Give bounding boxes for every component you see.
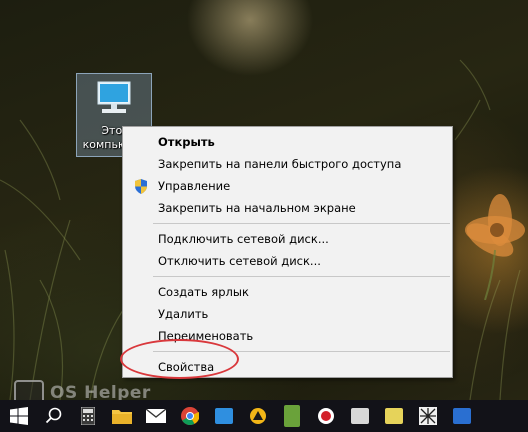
menu-item-label: Управление xyxy=(158,179,231,193)
calculator-icon[interactable] xyxy=(71,400,105,432)
app-icon[interactable] xyxy=(445,400,479,432)
app-store-icon[interactable] xyxy=(207,400,241,432)
aimp-icon[interactable] xyxy=(241,400,275,432)
menu-item-disconnect-network-drive[interactable]: Отключить сетевой диск... xyxy=(123,250,452,272)
uac-shield-icon xyxy=(135,179,147,194)
menu-item-create-shortcut[interactable]: Создать ярлык xyxy=(123,281,452,303)
menu-item-open[interactable]: Открыть xyxy=(123,131,452,153)
menu-item-pin-quick-access[interactable]: Закрепить на панели быстрого доступа xyxy=(123,153,452,175)
search-icon[interactable] xyxy=(37,400,71,432)
file-explorer-icon[interactable] xyxy=(105,400,139,432)
notepad-icon[interactable] xyxy=(377,400,411,432)
mail-icon[interactable] xyxy=(139,400,173,432)
record-icon[interactable] xyxy=(309,400,343,432)
game-icon[interactable] xyxy=(275,400,309,432)
menu-item-delete[interactable]: Удалить xyxy=(123,303,452,325)
chrome-icon[interactable] xyxy=(173,400,207,432)
highlight-ellipse xyxy=(120,339,239,379)
taskbar xyxy=(0,400,528,432)
network-icon[interactable] xyxy=(411,400,445,432)
menu-item-manage[interactable]: Управление xyxy=(123,175,452,197)
menu-separator xyxy=(153,223,450,224)
windows-start-icon[interactable] xyxy=(0,400,37,432)
computer-icon xyxy=(97,81,131,113)
menu-separator xyxy=(153,276,450,277)
menu-item-pin-start[interactable]: Закрепить на начальном экране xyxy=(123,197,452,219)
menu-item-map-network-drive[interactable]: Подключить сетевой диск... xyxy=(123,228,452,250)
game-icon-2[interactable] xyxy=(343,400,377,432)
wallpaper-flower xyxy=(465,194,525,300)
